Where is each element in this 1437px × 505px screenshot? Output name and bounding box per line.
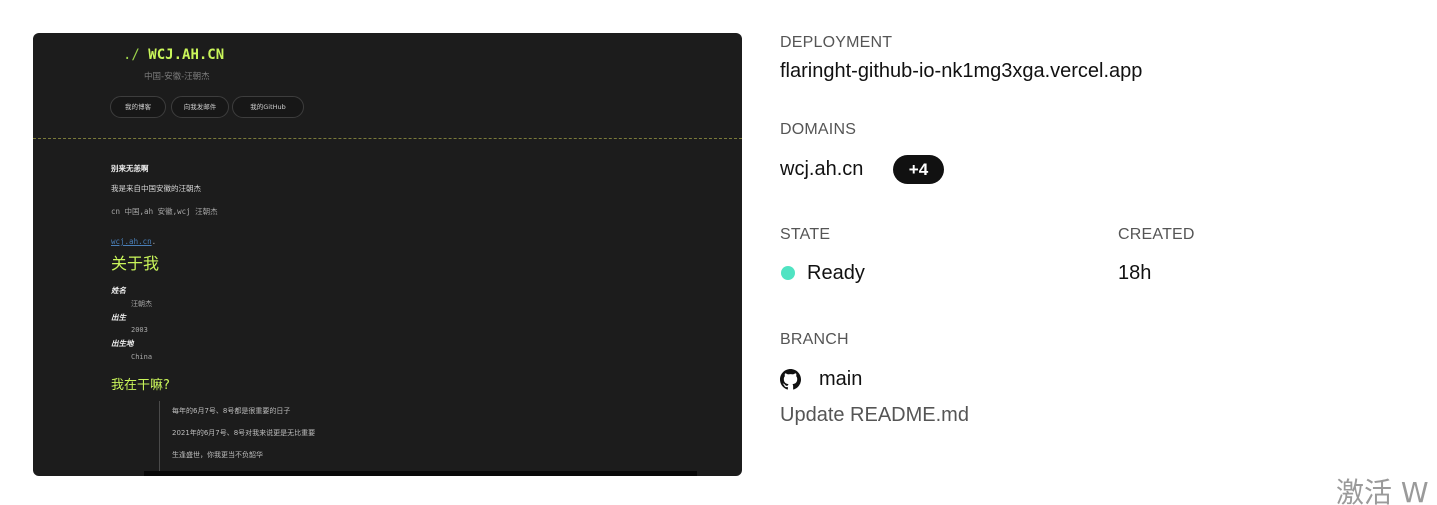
preview-term-born: 出生 [111,313,126,322]
commit-message-link[interactable]: Update README.md [780,404,969,427]
preview-email-button: 向我发邮件 [171,96,229,118]
deployment-url-link[interactable]: flaringht-github-io-nk1mg3xga.vercel.app [780,60,1142,83]
preview-value-born: 2003 [131,326,148,334]
preview-link-line: wcj.ah.cn. [111,229,156,248]
github-icon [780,369,801,390]
created-label: CREATED [1118,226,1195,243]
deployment-label: DEPLOYMENT [780,34,893,51]
preview-subtitle: 中国-安徽-汪朝杰 [144,72,210,82]
preview-github-button: 我的GitHub [232,96,304,118]
preview-value-name: 汪朝杰 [131,300,152,308]
preview-quote-3: 生逢盛世，你我更当不负韶华 [172,451,263,459]
branch-link[interactable]: main [819,368,862,391]
preview-doing-title: 我在干嘛? [111,378,170,393]
state-label: STATE [780,226,831,243]
preview-link: wcj.ah.cn [111,237,152,246]
activation-watermark: 激活 W [1336,476,1429,505]
domain-link[interactable]: wcj.ah.cn [780,158,863,181]
preview-value-birthplace: China [131,353,153,361]
preview-quote-2: 2021年的6月7号、8号对我来说更是无比重要 [172,429,316,437]
more-domains-badge[interactable]: +4 [893,155,944,184]
preview-quote-bar [159,401,160,476]
created-value: 18h [1118,262,1152,284]
preview-link-suffix: . [151,237,157,246]
preview-divider [33,138,742,139]
deployment-preview[interactable]: ./ WCJ.AH.CN 中国-安徽-汪朝杰 我的博客 向我发邮件 我的GitH… [33,33,742,476]
domains-label: DOMAINS [780,121,857,138]
preview-about-title: 关于我 [111,254,160,273]
state-value: Ready [807,262,865,284]
preview-brand: ./ WCJ.AH.CN [123,47,225,63]
preview-blog-button: 我的博客 [110,96,166,118]
preview-bottom-bar [144,471,697,476]
preview-quote-1: 每年的6月7号、8号都是很重要的日子 [172,407,291,415]
preview-term-name: 姓名 [111,286,126,295]
preview-intro: 我是来自中国安徽的汪朝杰 [111,184,201,193]
branch-label: BRANCH [780,331,849,348]
status-dot-icon [781,266,795,280]
preview-greeting: 别来无恙啊 [111,164,149,173]
preview-mono-line: cn 中国,ah 安徽,wcj 汪朝杰 [111,207,218,216]
preview-term-birthplace: 出生地 [111,339,134,348]
